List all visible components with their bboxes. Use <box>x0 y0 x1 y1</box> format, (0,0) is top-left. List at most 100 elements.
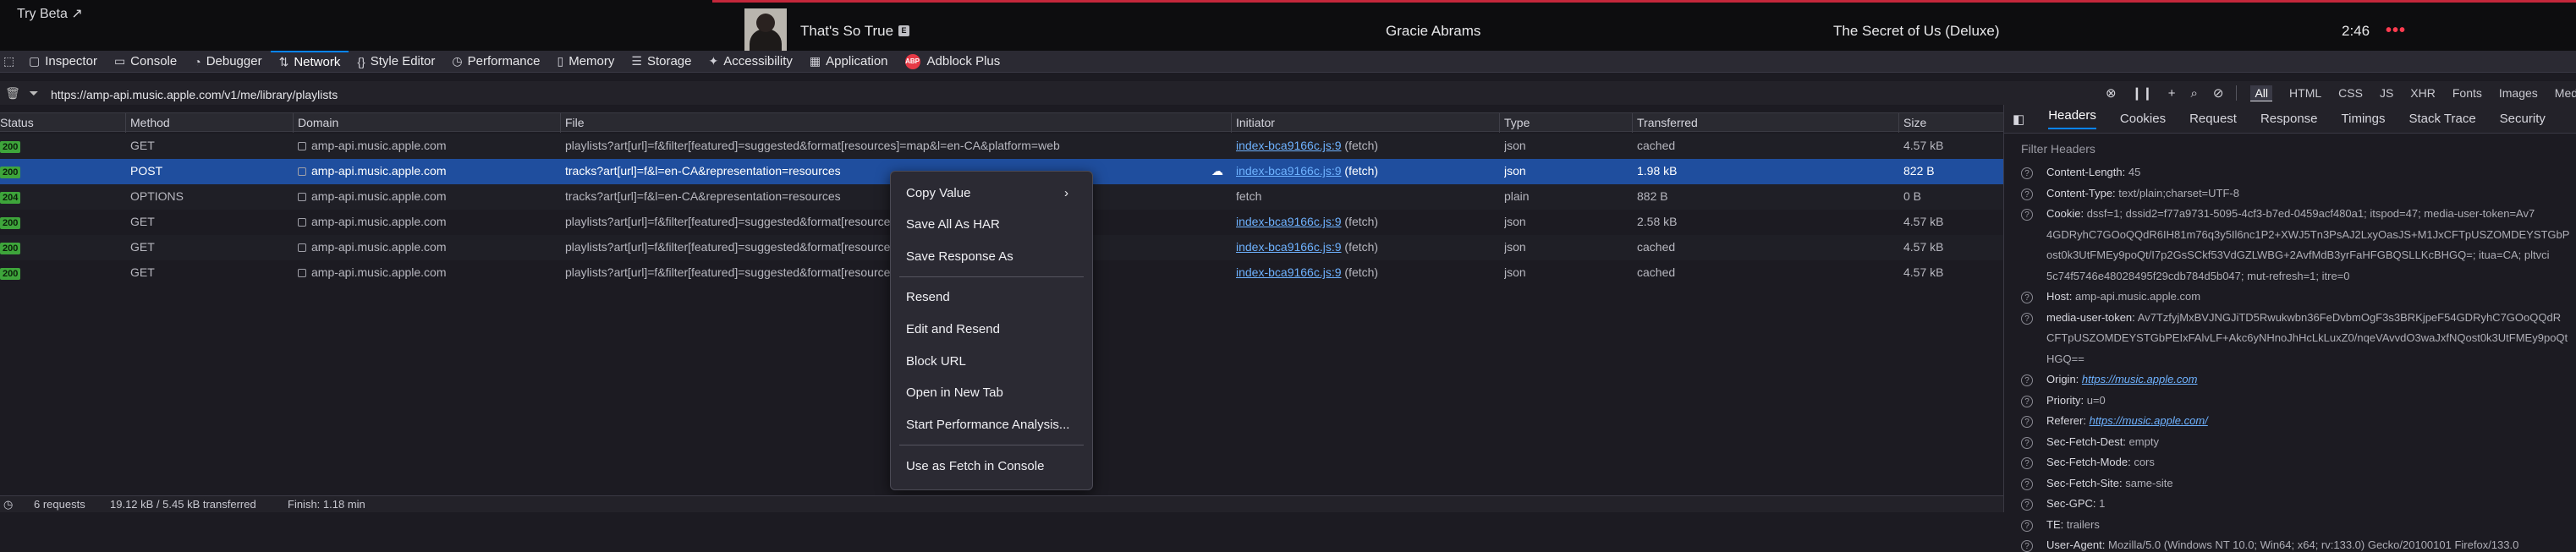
col-file[interactable]: File <box>565 116 585 129</box>
tab-network[interactable]: ⇅ Network <box>270 50 349 73</box>
col-domain[interactable]: Domain <box>298 116 338 129</box>
help-icon[interactable]: ? <box>2021 167 2033 179</box>
type-cell: plain <box>1504 189 1530 203</box>
help-icon[interactable]: ? <box>2021 312 2033 325</box>
request-details-panel: ◧ Headers Cookies Request Response Timin… <box>2003 105 2576 552</box>
tab-application[interactable]: ▦ Application <box>801 51 897 73</box>
help-icon[interactable]: ? <box>2021 188 2033 200</box>
menu-item-fetch-console[interactable]: Use as Fetch in Console <box>906 459 1044 473</box>
type-filter-images[interactable]: Images <box>2499 86 2538 100</box>
transferred-cell: 2.58 kB <box>1637 215 1678 228</box>
panel-toggle-icon[interactable]: ◧ <box>2013 112 2024 127</box>
col-status[interactable]: Status <box>0 116 34 129</box>
artist-name[interactable]: Gracie Abrams <box>1386 23 1480 40</box>
header-value: 45 <box>2128 166 2141 178</box>
tab-headers[interactable]: Headers <box>2048 108 2096 129</box>
menu-item-resend[interactable]: Resend <box>906 290 950 304</box>
initiator-link[interactable]: index-bca9166c.js:9 <box>1236 265 1342 279</box>
header-value[interactable]: https://music.apple.com <box>2082 373 2198 385</box>
tab-debugger[interactable]: ◔ Debugger <box>185 51 270 73</box>
type-filter-fonts[interactable]: Fonts <box>2452 86 2482 100</box>
col-initiator[interactable]: Initiator <box>1236 116 1275 129</box>
help-icon[interactable]: ? <box>2021 209 2033 221</box>
pause-icon[interactable]: ❙❙ <box>2132 85 2153 101</box>
tab-security[interactable]: Security <box>2500 112 2546 126</box>
type-filter-media[interactable]: Media <box>2555 86 2576 100</box>
menu-item-edit-resend[interactable]: Edit and Resend <box>906 322 1000 336</box>
tab-adblock-plus[interactable]: ABP Adblock Plus <box>897 51 1009 73</box>
method-cell: GET <box>130 265 155 279</box>
type-filter-xhr[interactable]: XHR <box>2410 86 2436 100</box>
perf-icon[interactable]: ◷ <box>3 498 13 511</box>
progress-bar[interactable] <box>712 0 2576 3</box>
tab-console[interactable]: ▭ Console <box>106 51 185 73</box>
more-options-button[interactable]: ••• <box>2386 21 2406 41</box>
initiator-link[interactable]: index-bca9166c.js:9 <box>1236 139 1342 152</box>
help-icon[interactable]: ? <box>2021 395 2033 407</box>
filter-urls-input[interactable]: https://amp-api.music.apple.com/v1/me/li… <box>51 88 338 101</box>
help-icon[interactable]: ? <box>2021 374 2033 386</box>
album-name[interactable]: The Secret of Us (Deluxe) <box>1833 23 2000 40</box>
help-icon[interactable]: ? <box>2021 292 2033 303</box>
tab-performance[interactable]: ◷ Performance <box>443 51 548 73</box>
help-icon[interactable]: ? <box>2021 478 2033 490</box>
tab-request[interactable]: Request <box>2189 112 2237 126</box>
type-filter-js[interactable]: JS <box>2380 86 2393 100</box>
tab-style-editor[interactable]: {} Style Editor <box>349 51 443 73</box>
menu-item-performance-analysis[interactable]: Start Performance Analysis... <box>906 418 1069 432</box>
header-entry: media-user-token: Av7TzfyjMxBVJNGJiTD5Rw… <box>2046 311 2576 324</box>
tab-timings[interactable]: Timings <box>2342 112 2386 126</box>
method-cell: OPTIONS <box>130 189 184 203</box>
col-transferred[interactable]: Transferred <box>1637 116 1698 129</box>
col-size[interactable]: Size <box>1903 116 1926 129</box>
header-name: User-Agent: <box>2046 538 2106 551</box>
header-entry: Content-Length: 45 <box>2046 166 2576 178</box>
tab-cookies[interactable]: Cookies <box>2120 112 2166 126</box>
clear-filter-icon[interactable]: ⊗ <box>2106 85 2117 101</box>
tab-label: Memory <box>568 54 615 68</box>
help-icon[interactable]: ? <box>2021 540 2033 552</box>
initiator-link[interactable]: index-bca9166c.js:9 <box>1236 164 1342 178</box>
table-row[interactable]: 200 GET amp-api.music.apple.com playlists?a… <box>0 134 2003 159</box>
header-name: Sec-Fetch-Site: <box>2046 476 2123 489</box>
tab-accessibility[interactable]: ✦ Accessibility <box>700 51 800 73</box>
menu-item-copy-value[interactable]: Copy Value <box>906 186 970 200</box>
filter-headers-input[interactable]: Filter Headers <box>2021 142 2095 156</box>
menu-item-save-all-har[interactable]: Save All As HAR <box>906 217 1000 232</box>
menu-item-open-new-tab[interactable]: Open in New Tab <box>906 385 1003 400</box>
help-icon[interactable]: ? <box>2021 519 2033 532</box>
tab-inspector[interactable]: ▢ Inspector <box>20 51 106 73</box>
tab-storage[interactable]: ☰ Storage <box>623 51 700 73</box>
col-divider <box>125 113 126 133</box>
tab-label: Application <box>826 54 888 68</box>
col-type[interactable]: Type <box>1504 116 1530 129</box>
tab-response[interactable]: Response <box>2260 112 2318 126</box>
type-filter-css[interactable]: CSS <box>2338 86 2363 100</box>
tab-label: Adblock Plus <box>926 54 1001 68</box>
header-value[interactable]: https://music.apple.com/ <box>2090 414 2208 427</box>
col-method[interactable]: Method <box>130 116 170 129</box>
menu-item-block-url[interactable]: Block URL <box>906 354 966 369</box>
initiator-link[interactable]: index-bca9166c.js:9 <box>1236 215 1342 228</box>
album-artwork[interactable] <box>744 8 787 51</box>
tab-memory[interactable]: ▯ Memory <box>548 51 623 73</box>
menu-item-save-response[interactable]: Save Response As <box>906 249 1013 264</box>
help-icon[interactable]: ? <box>2021 499 2033 511</box>
add-icon[interactable]: + <box>2168 86 2176 101</box>
help-icon[interactable]: ? <box>2021 436 2033 449</box>
transferred-cell: cached <box>1637 240 1676 254</box>
try-beta-link[interactable]: Try Beta ↗ <box>17 5 83 22</box>
type-filter-html[interactable]: HTML <box>2289 86 2321 100</box>
status-badge: 200 <box>0 164 21 178</box>
track-title[interactable]: That's So True <box>800 23 893 40</box>
type-filter-all[interactable]: All <box>2250 85 2273 101</box>
search-icon[interactable]: ⌕ <box>2190 86 2197 101</box>
initiator-link[interactable]: index-bca9166c.js:9 <box>1236 240 1342 254</box>
tab-stack-trace[interactable]: Stack Trace <box>2408 112 2475 126</box>
help-icon[interactable]: ? <box>2021 416 2033 428</box>
help-icon[interactable]: ? <box>2021 457 2033 469</box>
block-icon[interactable]: ⊘ <box>2213 85 2224 101</box>
initiator-cell: index-bca9166c.js:9 (fetch) <box>1236 240 1378 254</box>
element-picker-button[interactable]: ⬚ <box>0 51 20 73</box>
trash-icon[interactable]: 🗑 <box>0 86 25 101</box>
